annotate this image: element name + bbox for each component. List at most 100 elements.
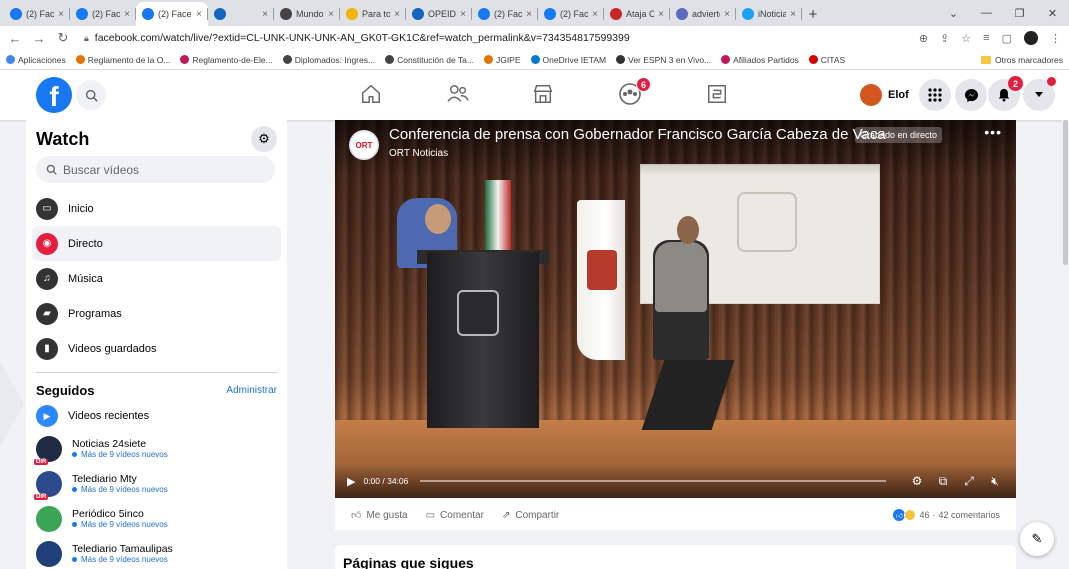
bookmark-item[interactable]: JGIPE <box>483 55 521 65</box>
browser-tab[interactable]: (2) Faceb× <box>472 2 538 26</box>
minimize-icon[interactable]: — <box>970 0 1003 26</box>
mute-icon[interactable]: 🔇︎ <box>986 474 1004 489</box>
tab-close-icon[interactable]: × <box>394 9 400 20</box>
search-input[interactable] <box>63 162 263 177</box>
bookmark-item[interactable]: Afiliados Partidos <box>721 55 799 65</box>
gear-icon[interactable]: ⚙ <box>251 126 277 152</box>
tab-search-icon[interactable]: ⌄ <box>937 0 970 26</box>
tab-close-icon[interactable]: × <box>262 9 268 20</box>
tab-close-icon[interactable]: × <box>724 9 730 20</box>
side-panel-icon[interactable]: ▢ <box>1002 32 1012 45</box>
bookmark-item[interactable]: CITAS <box>808 55 845 65</box>
bookmark-item[interactable]: Reglamento de la O... <box>75 55 170 65</box>
messenger-icon[interactable] <box>955 79 987 111</box>
video-search-box[interactable] <box>36 156 275 183</box>
back-icon[interactable]: ← <box>8 31 22 46</box>
new-tab-button[interactable]: + <box>802 2 824 26</box>
tab-close-icon[interactable]: × <box>790 9 796 20</box>
tab-close-icon[interactable]: × <box>328 9 334 20</box>
bookmark-item[interactable]: Reglamento-de-Ele... <box>180 55 273 65</box>
miniplayer-icon[interactable]: ⧉ <box>934 474 952 489</box>
more-options-icon[interactable]: ••• <box>984 124 1002 140</box>
bookmark-item[interactable]: Constitución de Ta... <box>385 55 474 65</box>
browser-tab[interactable]: × <box>208 2 274 26</box>
groups-icon[interactable]: 6 <box>617 77 651 107</box>
video-title[interactable]: Conferencia de prensa con Gobernador Fra… <box>389 126 886 143</box>
zoom-icon[interactable]: ⊕ <box>919 32 928 45</box>
restore-icon[interactable]: ❐ <box>1003 0 1036 26</box>
tab-close-icon[interactable]: × <box>460 9 466 20</box>
menu-grid-icon[interactable] <box>919 79 951 111</box>
reading-list-icon[interactable]: ≡ <box>983 32 989 44</box>
list-item[interactable]: Periódico 5inco Más de 9 vídeos nuevos <box>32 501 281 536</box>
home-icon[interactable] <box>358 81 384 107</box>
settings-gear-icon[interactable]: ⚙ <box>908 474 926 488</box>
account-chevron-icon[interactable] <box>1023 77 1056 111</box>
recent-videos-item[interactable]: ▶ Videos recientes <box>32 401 281 431</box>
tab-close-icon[interactable]: × <box>658 9 664 20</box>
forward-icon[interactable]: → <box>32 31 46 46</box>
browser-tab[interactable]: Para tod× <box>340 2 406 26</box>
browser-tab[interactable]: (2) Faceb× <box>4 2 70 26</box>
gaming-icon[interactable] <box>704 81 730 107</box>
bookmark-item[interactable]: Diplomados: Ingres... <box>282 55 375 65</box>
browser-tab[interactable]: Ataja Co× <box>604 2 670 26</box>
comment-count[interactable]: 42 comentarios <box>938 510 1000 520</box>
channel-avatar[interactable]: ORT <box>349 130 379 160</box>
bookmark-item[interactable]: Ver ESPN 3 en Vivo... <box>616 55 711 65</box>
close-window-icon[interactable]: ✕ <box>1036 0 1069 26</box>
menu-icon[interactable]: ⋮ <box>1050 32 1061 45</box>
browser-tab[interactable]: Mundo × <box>274 2 340 26</box>
share-page-icon[interactable]: ⇪ <box>940 32 949 45</box>
tab-close-icon[interactable]: × <box>58 9 64 20</box>
friends-icon[interactable] <box>445 81 471 107</box>
tab-close-icon[interactable]: × <box>196 9 202 20</box>
play-icon[interactable]: ▶ <box>347 475 355 488</box>
browser-tab[interactable]: OPEIDu× <box>406 2 472 26</box>
like-button[interactable]: 👍︎ Me gusta <box>351 509 408 522</box>
tab-close-icon[interactable]: × <box>592 9 598 20</box>
marketplace-icon[interactable] <box>530 81 556 107</box>
share-button[interactable]: ⇗ Compartir <box>502 510 559 521</box>
scrollbar-thumb[interactable] <box>1063 120 1068 265</box>
browser-tab[interactable]: (2) Faceb× <box>538 2 604 26</box>
sidebar-item-videos-guardados[interactable]: ▮ Videos guardados <box>32 331 281 366</box>
tab-close-icon[interactable]: × <box>124 9 130 20</box>
window-controls: ⌄ — ❐ ✕ <box>937 0 1069 26</box>
sidebar-item-directo[interactable]: ◉ Directo <box>32 226 281 261</box>
bookmark-item[interactable]: OneDrive IETAM <box>530 55 606 65</box>
bookmark-item[interactable]: Aplicaciones <box>6 55 66 65</box>
sidebar-item-programas[interactable]: ▰ Programas <box>32 296 281 331</box>
browser-tab[interactable]: (2) Faceb× <box>136 2 208 26</box>
sidebar-item-m-sica[interactable]: ♫ Música <box>32 261 281 296</box>
reload-icon[interactable]: ↻ <box>56 30 70 46</box>
notifications-bell-icon[interactable]: 2 <box>988 76 1023 111</box>
fullscreen-icon[interactable]: ⤢ <box>960 474 978 489</box>
new-message-icon[interactable]: ✎ <box>1020 522 1054 556</box>
omnibox[interactable]: 🔒︎ facebook.com/watch/live/?extid=CL-UNK… <box>80 28 909 48</box>
star-icon[interactable]: ☆ <box>961 32 971 45</box>
sidebar-item-inicio[interactable]: ▭ Inicio <box>32 191 281 226</box>
profile-chip[interactable]: Elof <box>860 81 909 109</box>
channel-name[interactable]: ORT Noticias <box>389 148 448 159</box>
list-item[interactable]: DIR Telediario Mty Más de 9 vídeos nuevos <box>32 466 281 501</box>
search-icon[interactable] <box>76 80 106 110</box>
profile-avatar[interactable] <box>1024 31 1038 45</box>
tab-close-icon[interactable]: × <box>526 9 532 20</box>
reactions-summary[interactable]: 👍︎ 46 · 42 comentarios <box>893 509 1000 521</box>
url-text[interactable]: facebook.com/watch/live/?extid=CL-UNK-UN… <box>95 32 630 44</box>
browser-tab[interactable]: iNoticias× <box>736 2 802 26</box>
list-item[interactable]: DIR Noticias 24siete Más de 9 vídeos nuevo… <box>32 431 281 466</box>
list-item[interactable]: Telediario Tamaulipas Más de 9 vídeos nue… <box>32 536 281 569</box>
manage-link[interactable]: Administrar <box>226 385 277 396</box>
progress-bar[interactable] <box>420 480 886 482</box>
lock-icon[interactable]: 🔒︎ <box>84 33 89 44</box>
facebook-logo[interactable]: f <box>36 77 72 113</box>
comment-button[interactable]: ▭ Comentar <box>426 510 484 521</box>
other-bookmarks[interactable]: Otros marcadores <box>980 55 1063 65</box>
video-player[interactable]: ORT Conferencia de prensa con Gobernador… <box>335 120 1016 498</box>
browser-tab[interactable]: (2) Faceb× <box>70 2 136 26</box>
browser-tab[interactable]: advierto × <box>670 2 736 26</box>
scrollbar[interactable] <box>1062 120 1069 569</box>
avatar: DIR <box>34 470 62 500</box>
